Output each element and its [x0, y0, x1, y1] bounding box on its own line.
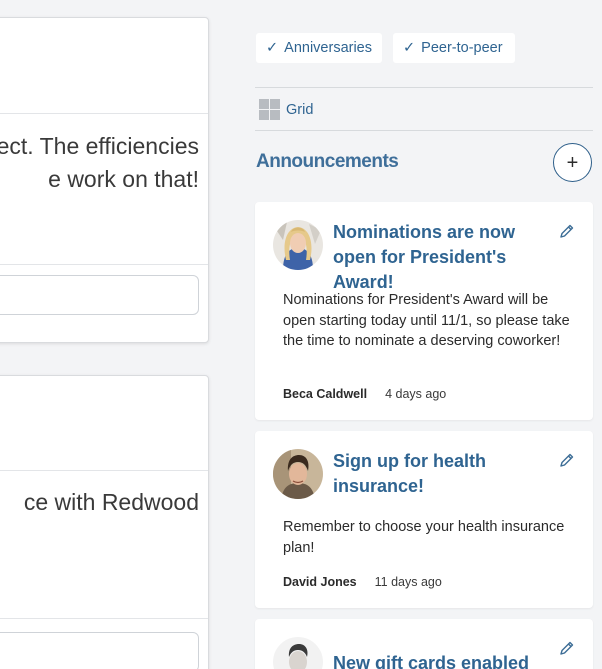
page: ect. The efficiencies e work on that! ce…: [0, 0, 602, 669]
divider: [255, 130, 593, 131]
announcement-title[interactable]: Sign up for health insurance!: [333, 449, 553, 499]
divider: [0, 618, 208, 619]
divider: [0, 264, 208, 265]
comment-input[interactable]: [0, 632, 199, 669]
announcement-card: Sign up for health insurance! Remember t…: [255, 431, 593, 608]
avatar: [273, 220, 323, 270]
announcement-title[interactable]: Nominations are now open for President's…: [333, 220, 553, 295]
filter-tag-peer-to-peer[interactable]: ✓ Peer-to-peer: [393, 33, 515, 63]
announcement-author: David Jones: [283, 575, 357, 589]
view-toggle-label: Grid: [286, 101, 314, 118]
feed-post-header: [0, 376, 208, 471]
pencil-icon[interactable]: [559, 223, 575, 239]
pencil-icon[interactable]: [559, 640, 575, 656]
announcement-card: Nominations are now open for President's…: [255, 202, 593, 420]
feed-post-card: ce with Redwood: [0, 375, 209, 669]
announcement-body: Remember to choose your health insurance…: [283, 519, 565, 556]
checkmark-icon: ✓: [266, 40, 279, 56]
divider: [255, 87, 593, 88]
feed-post-line: ect. The efficiencies: [0, 133, 199, 159]
avatar: [273, 449, 323, 499]
view-toggle-grid[interactable]: Grid: [259, 99, 313, 120]
announcement-author: Beca Caldwell: [283, 387, 368, 401]
feed-post-text: ce with Redwood: [0, 486, 199, 519]
announcement-card: New gift cards enabled: [255, 619, 593, 669]
announcement-timestamp: 11 days ago: [374, 575, 442, 589]
section-title: Announcements: [256, 151, 399, 172]
feed-post-text: ect. The efficiencies e work on that!: [0, 130, 199, 196]
announcement-meta: Beca Caldwell 4 days ago: [283, 387, 446, 401]
announcement-title[interactable]: New gift cards enabled: [333, 651, 553, 669]
feed-post-line: e work on that!: [48, 166, 199, 192]
checkmark-icon: ✓: [403, 40, 416, 56]
grid-icon: [259, 99, 280, 120]
announcement-meta: David Jones 11 days ago: [283, 575, 442, 589]
filter-tag-label: Anniversaries: [284, 40, 372, 56]
pencil-icon[interactable]: [559, 452, 575, 468]
filter-tag-label: Peer-to-peer: [421, 40, 503, 56]
filter-tag-anniversaries[interactable]: ✓ Anniversaries: [256, 33, 382, 63]
announcement-timestamp: 4 days ago: [385, 387, 447, 401]
avatar: [273, 637, 323, 669]
feed-post-line: ce with Redwood: [23, 489, 199, 515]
add-announcement-button[interactable]: +: [553, 143, 592, 182]
comment-input[interactable]: [0, 275, 199, 315]
feed-post-header: [0, 18, 208, 114]
feed-post-card: ect. The efficiencies e work on that!: [0, 17, 209, 343]
announcement-body: Nominations for President's Award will b…: [283, 292, 570, 349]
